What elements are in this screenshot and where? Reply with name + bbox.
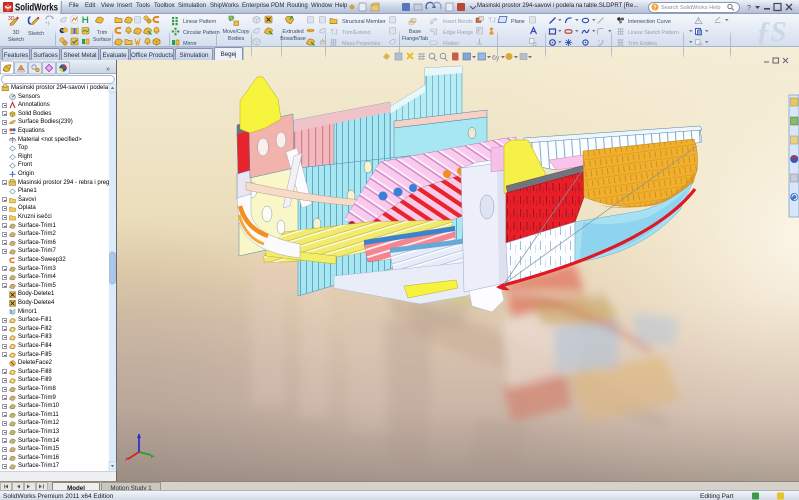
svg-text:3D: 3D bbox=[8, 16, 15, 22]
svg-text:TJ: TJ bbox=[488, 18, 496, 25]
svg-text:?: ? bbox=[747, 5, 751, 12]
svg-text:ƒS: ƒS bbox=[756, 16, 787, 47]
svg-text:+|-: +|- bbox=[45, 21, 51, 26]
svg-text:TJ: TJ bbox=[330, 30, 338, 37]
svg-text:6y: 6y bbox=[492, 55, 500, 62]
svg-text:?: ? bbox=[653, 6, 657, 12]
